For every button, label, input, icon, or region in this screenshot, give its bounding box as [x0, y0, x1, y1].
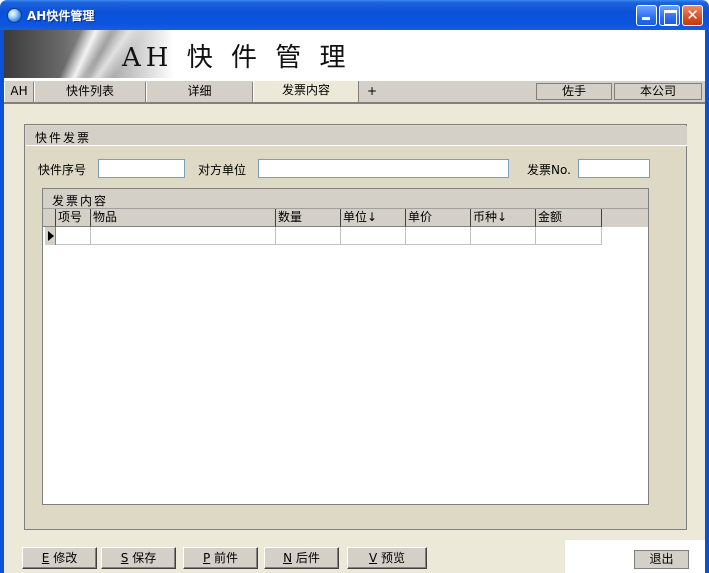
cell-unit[interactable]	[341, 227, 406, 245]
invoice-items-grid[interactable]: 发票内容 项号 物品 数量 单位↓ 单价 币种↓ 金额	[42, 188, 649, 505]
tab-express-list[interactable]: 快件列表	[34, 82, 146, 102]
preview-button-key: V	[368, 551, 378, 565]
close-icon: ✕	[686, 6, 699, 24]
minimize-icon	[637, 6, 656, 25]
tab-ah[interactable]: AH	[4, 82, 34, 102]
edit-button[interactable]: E 修改	[22, 547, 97, 569]
window-titlebar[interactable]: AH快件管理 ✕	[0, 0, 709, 30]
save-button-label: 保存	[132, 551, 157, 565]
tab-bar: AH 快件列表 详细 发票内容 + 佐手 本公司	[4, 80, 705, 103]
column-header-unit-price[interactable]: 单价	[406, 209, 471, 227]
column-header-item-no[interactable]: 项号	[56, 209, 91, 227]
tab-invoice-content[interactable]: 发票内容	[253, 81, 359, 103]
panel-title: 快件发票	[35, 131, 92, 145]
cell-item-no[interactable]	[56, 227, 91, 245]
previous-button[interactable]: P 前件	[183, 547, 258, 569]
tab-our-company[interactable]: 本公司	[614, 83, 702, 100]
window-frame-right	[705, 30, 709, 573]
row-header-corner	[43, 209, 56, 227]
close-button[interactable]: ✕	[682, 5, 703, 26]
current-row-arrow-icon	[45, 227, 56, 245]
invoice-no-input[interactable]	[578, 159, 650, 178]
maximize-button[interactable]	[659, 5, 680, 26]
cell-quantity[interactable]	[276, 227, 341, 245]
column-header-quantity[interactable]: 数量	[276, 209, 341, 227]
grid-caption-text: 发票内容	[52, 194, 109, 208]
column-header-amount[interactable]: 金额	[536, 209, 602, 227]
grid-header-row: 项号 物品 数量 单位↓ 单价 币种↓ 金额	[43, 209, 648, 227]
column-header-unit[interactable]: 单位↓	[341, 209, 406, 227]
save-button[interactable]: S 保存	[101, 547, 176, 569]
next-button-label: 后件	[295, 551, 320, 565]
edit-button-key: E	[41, 551, 50, 565]
preview-button[interactable]: V 预览	[347, 547, 427, 569]
column-header-goods[interactable]: 物品	[91, 209, 276, 227]
serial-label: 快件序号	[38, 163, 87, 177]
next-button-key: N	[283, 551, 293, 565]
cell-amount[interactable]	[536, 227, 602, 245]
preview-button-label: 预览	[381, 551, 406, 565]
counterparty-input[interactable]	[258, 159, 509, 178]
maximize-icon	[660, 6, 679, 25]
banner-title: AH 快 件 管 理	[122, 43, 351, 73]
cell-unit-price[interactable]	[406, 227, 471, 245]
previous-button-label: 前件	[214, 551, 239, 565]
tab-assistant[interactable]: 佐手	[536, 83, 612, 100]
tab-add[interactable]: +	[362, 82, 382, 102]
column-header-currency[interactable]: 币种↓	[471, 209, 536, 227]
cell-goods[interactable]	[91, 227, 276, 245]
exit-button[interactable]: 退出	[634, 550, 689, 569]
invoice-no-label: 发票No.	[527, 163, 571, 177]
panel-header: 快件发票	[26, 126, 687, 146]
save-button-key: S	[120, 551, 129, 565]
counterparty-label: 对方单位	[198, 163, 247, 177]
minimize-button[interactable]	[636, 5, 657, 26]
cell-currency[interactable]	[471, 227, 536, 245]
grid-caption: 发票内容	[43, 189, 648, 209]
next-button[interactable]: N 后件	[264, 547, 339, 569]
tab-detail[interactable]: 详细	[146, 82, 253, 102]
app-globe-icon	[7, 8, 22, 23]
edit-button-label: 修改	[53, 551, 78, 565]
window-title: AH快件管理	[27, 9, 95, 23]
header-banner: AH 快 件 管 理	[4, 30, 705, 78]
serial-input[interactable]	[98, 159, 185, 178]
previous-button-key: P	[202, 551, 211, 565]
